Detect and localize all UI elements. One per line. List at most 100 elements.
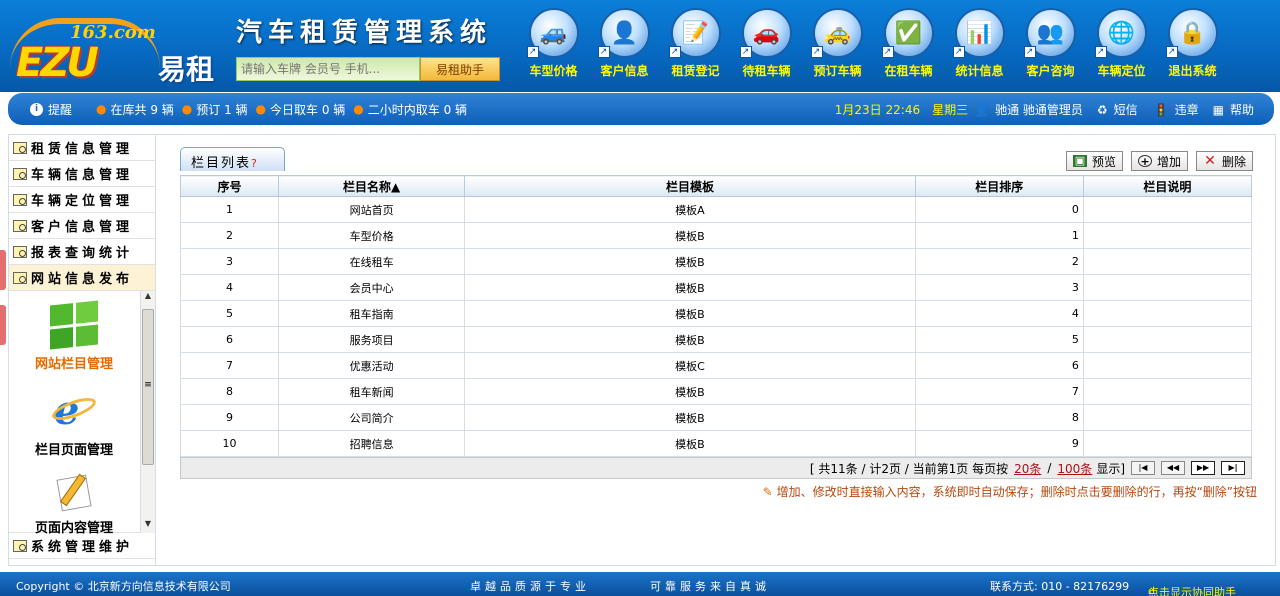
table-cell[interactable]: 9 [914,430,1084,457]
nav-item-7[interactable]: 👥 ↗ 客户咨询 [1015,8,1086,84]
table-cell[interactable]: 3 [914,274,1084,301]
table-cell[interactable]: 4 [179,274,280,301]
preview-button[interactable]: ▣ 预览 [1065,151,1123,171]
search-input[interactable] [236,57,420,81]
table-cell[interactable]: 8 [179,378,280,405]
violation-link[interactable]: 违章 [1175,101,1199,118]
column-header[interactable]: 序号 [179,175,280,197]
table-cell[interactable]: 10 [179,430,280,457]
table-cell[interactable]: 模板B [464,274,916,301]
table-row[interactable]: 8 租车新闻 模板B 7 [179,378,1253,405]
scroll-thumb[interactable]: ≡ [142,309,154,465]
nav-item-6[interactable]: 📊 ↗ 统计信息 [944,8,1015,84]
nav-item-1[interactable]: 👤 ↗ 客户信息 [589,8,660,84]
menu-item-5[interactable]: 网站信息发布 [9,265,155,291]
table-row[interactable]: 2 车型价格 模板B 1 [179,222,1253,249]
table-cell[interactable] [1082,274,1253,301]
sub-item-website-columns[interactable]: 网站栏目管理 [9,300,139,372]
scrollbar[interactable]: ▲ ≡ ▼ [140,291,155,533]
next-page-icon[interactable]: ▶▶ [1191,461,1215,475]
assistant-button[interactable]: 易租助手 [420,57,500,81]
delete-button[interactable]: ✕ 删除 [1195,151,1253,171]
nav-item-8[interactable]: 🌐 ↗ 车辆定位 [1086,8,1157,84]
sub-item-column-pages[interactable]: e 栏目页面管理 [9,387,139,459]
table-cell[interactable]: 网站首页 [278,196,466,223]
prev-page-icon[interactable]: ◀◀ [1161,461,1185,475]
last-page-icon[interactable]: ▶| [1221,461,1245,475]
table-cell[interactable]: 8 [914,404,1084,431]
table-cell[interactable]: 优惠活动 [278,352,466,379]
column-header[interactable]: 栏目说明 [1082,175,1253,197]
table-cell[interactable]: 7 [179,352,280,379]
menu-item-2[interactable]: 车辆定位管理 [9,187,155,213]
menu-item-4[interactable]: 报表查询统计 [9,239,155,265]
table-cell[interactable]: 2 [914,248,1084,275]
table-cell[interactable]: 模板B [464,378,916,405]
table-cell[interactable]: 租车指南 [278,300,466,327]
table-cell[interactable] [1082,248,1253,275]
help-link[interactable]: 帮助 [1230,101,1254,118]
table-cell[interactable]: 模板B [464,222,916,249]
menu-item-0[interactable]: 租赁信息管理 [9,135,155,161]
table-cell[interactable]: 租车新闻 [278,378,466,405]
nav-item-4[interactable]: 🚕 ↗ 预订车辆 [802,8,873,84]
nav-item-5[interactable]: ✅ ↗ 在租车辆 [873,8,944,84]
table-cell[interactable]: 模板C [464,352,916,379]
table-cell[interactable]: 4 [914,300,1084,327]
column-header[interactable]: 栏目模板 [464,175,916,197]
help-question-icon[interactable]: ? [251,157,259,170]
table-cell[interactable]: 模板B [464,300,916,327]
table-cell[interactable]: 2 [179,222,280,249]
table-cell[interactable]: 6 [179,326,280,353]
table-cell[interactable]: 3 [179,248,280,275]
table-row[interactable]: 3 在线租车 模板B 2 [179,248,1253,275]
table-row[interactable]: 7 优惠活动 模板C 6 [179,352,1253,379]
sub-item-page-content[interactable]: 页面内容管理 [9,471,139,536]
table-cell[interactable]: 1 [179,196,280,223]
collapse-handle[interactable] [0,250,6,290]
nav-item-3[interactable]: 🚗 ↗ 待租车辆 [731,8,802,84]
table-cell[interactable] [1082,378,1253,405]
table-row[interactable]: 10 招聘信息 模板B 9 [179,430,1253,457]
page-size-20-link[interactable]: 20条 [1014,460,1041,477]
first-page-icon[interactable]: |◀ [1131,461,1155,475]
table-cell[interactable] [1082,196,1253,223]
table-cell[interactable]: 在线租车 [278,248,466,275]
table-cell[interactable] [1082,352,1253,379]
table-cell[interactable] [1082,222,1253,249]
table-row[interactable]: 4 会员中心 模板B 3 [179,274,1253,301]
menu-item-1[interactable]: 车辆信息管理 [9,161,155,187]
table-cell[interactable] [1082,430,1253,457]
table-row[interactable]: 6 服务项目 模板B 5 [179,326,1253,353]
table-cell[interactable] [1082,300,1253,327]
table-cell[interactable] [1082,404,1253,431]
table-cell[interactable]: 0 [914,196,1084,223]
table-row[interactable]: 5 租车指南 模板B 4 [179,300,1253,327]
table-cell[interactable]: 6 [914,352,1084,379]
table-row[interactable]: 9 公司简介 模板B 8 [179,404,1253,431]
table-cell[interactable]: 模板B [464,326,916,353]
nav-item-9[interactable]: 🔒 ↗ 退出系统 [1157,8,1228,84]
menu-item-system[interactable]: 系统管理维护 [9,533,155,559]
nav-item-0[interactable]: 🚙 ↗ 车型价格 [518,8,589,84]
table-cell[interactable]: 1 [914,222,1084,249]
column-header[interactable]: 栏目名称▲ [278,175,466,197]
column-header[interactable]: 栏目排序 [914,175,1084,197]
scroll-down-icon[interactable]: ▼ [141,519,155,533]
table-cell[interactable]: 会员中心 [278,274,466,301]
nav-item-2[interactable]: 📝 ↗ 租赁登记 [660,8,731,84]
table-cell[interactable]: 5 [179,300,280,327]
table-cell[interactable]: 5 [914,326,1084,353]
page-size-100-link[interactable]: 100条 [1057,460,1092,477]
table-cell[interactable]: 服务项目 [278,326,466,353]
table-cell[interactable]: 模板B [464,404,916,431]
table-cell[interactable]: 公司简介 [278,404,466,431]
table-cell[interactable] [1082,326,1253,353]
table-cell[interactable]: 招聘信息 [278,430,466,457]
table-row[interactable]: 1 网站首页 模板A 0 [179,196,1253,223]
table-cell[interactable]: 模板A [464,196,916,223]
table-cell[interactable]: 模板B [464,430,916,457]
table-cell[interactable]: 模板B [464,248,916,275]
menu-item-3[interactable]: 客户信息管理 [9,213,155,239]
collapse-handle[interactable] [0,305,6,345]
